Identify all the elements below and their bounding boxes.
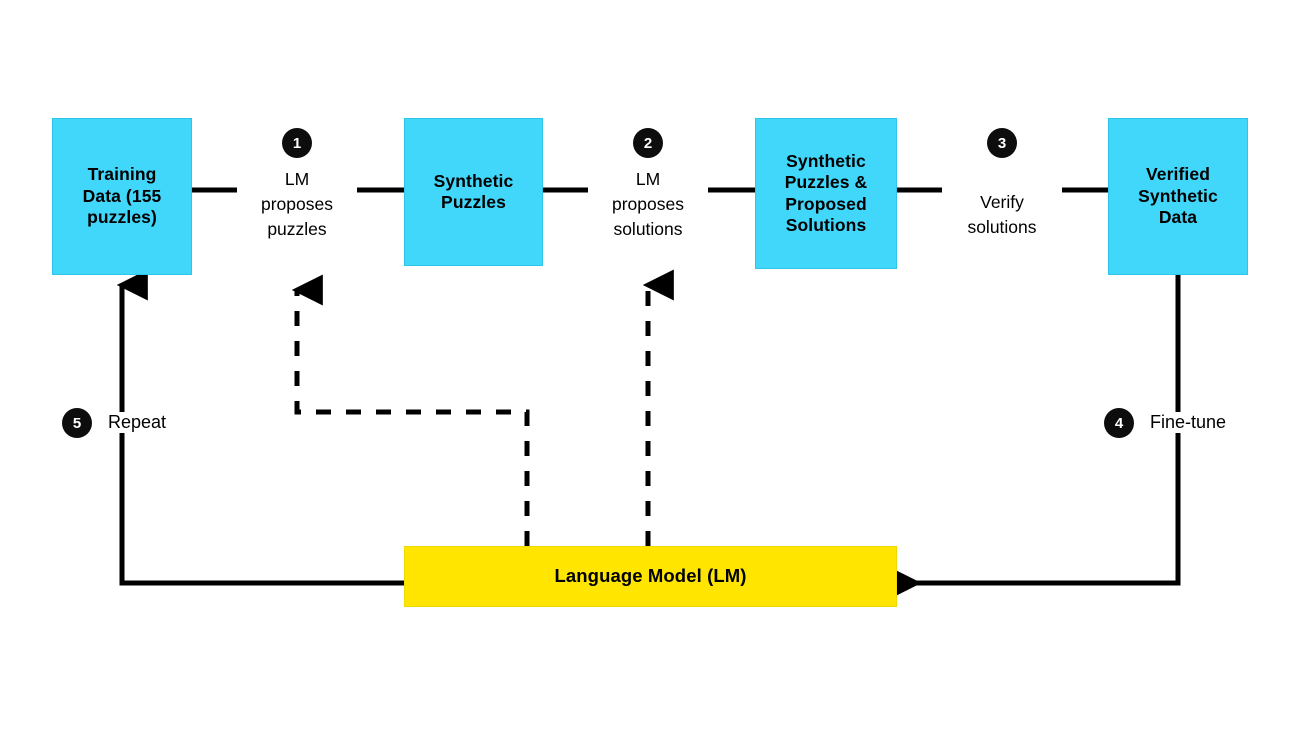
step-badge-4-number: 4 (1114, 414, 1124, 432)
diagram-canvas: Training Data (155 puzzles) Synthetic Pu… (0, 0, 1300, 731)
step-badge-5: 5 (62, 408, 92, 438)
node-training-data[interactable]: Training Data (155 puzzles) (52, 118, 192, 275)
step-badge-2: 2 (633, 128, 663, 158)
edge-lm-proposes-puzzles-dashed (291, 274, 530, 546)
step-badge-3: 3 (987, 128, 1017, 158)
step-badge-4: 4 (1104, 408, 1134, 438)
edge-repeat-lm-to-training (116, 269, 404, 586)
step-badge-2-number: 2 (643, 134, 653, 152)
edge-finetune-verified-to-lm (890, 275, 1181, 599)
step-label-2: LM proposes solutions (612, 169, 684, 239)
step-badge-3-number: 3 (997, 134, 1007, 152)
node-language-model[interactable]: Language Model (LM) (404, 546, 897, 607)
node-synthetic-puzzles-label: Synthetic Puzzles (433, 170, 514, 212)
node-synthetic-puzzles[interactable]: Synthetic Puzzles (404, 118, 543, 266)
node-puzzles-and-solutions[interactable]: Synthetic Puzzles & Proposed Solutions (755, 118, 897, 269)
step-label-1: LM proposes puzzles (261, 169, 333, 239)
node-training-data-label: Training Data (155 puzzles) (82, 164, 162, 228)
connector-layer (116, 187, 1181, 599)
step-label-5: Repeat (104, 412, 171, 433)
node-verified-synthetic-data[interactable]: Verified Synthetic Data (1108, 118, 1248, 275)
step-label-3: Verify solutions (967, 192, 1037, 237)
node-puzzles-and-solutions-label: Synthetic Puzzles & Proposed Solutions (784, 150, 868, 235)
step-badge-1-number: 1 (292, 134, 302, 152)
step-badge-5-number: 5 (72, 414, 82, 432)
step-badge-1: 1 (282, 128, 312, 158)
step-label-4: Fine-tune (1146, 412, 1231, 433)
node-language-model-label: Language Model (LM) (554, 565, 747, 587)
node-verified-synthetic-data-label: Verified Synthetic Data (1138, 164, 1218, 228)
